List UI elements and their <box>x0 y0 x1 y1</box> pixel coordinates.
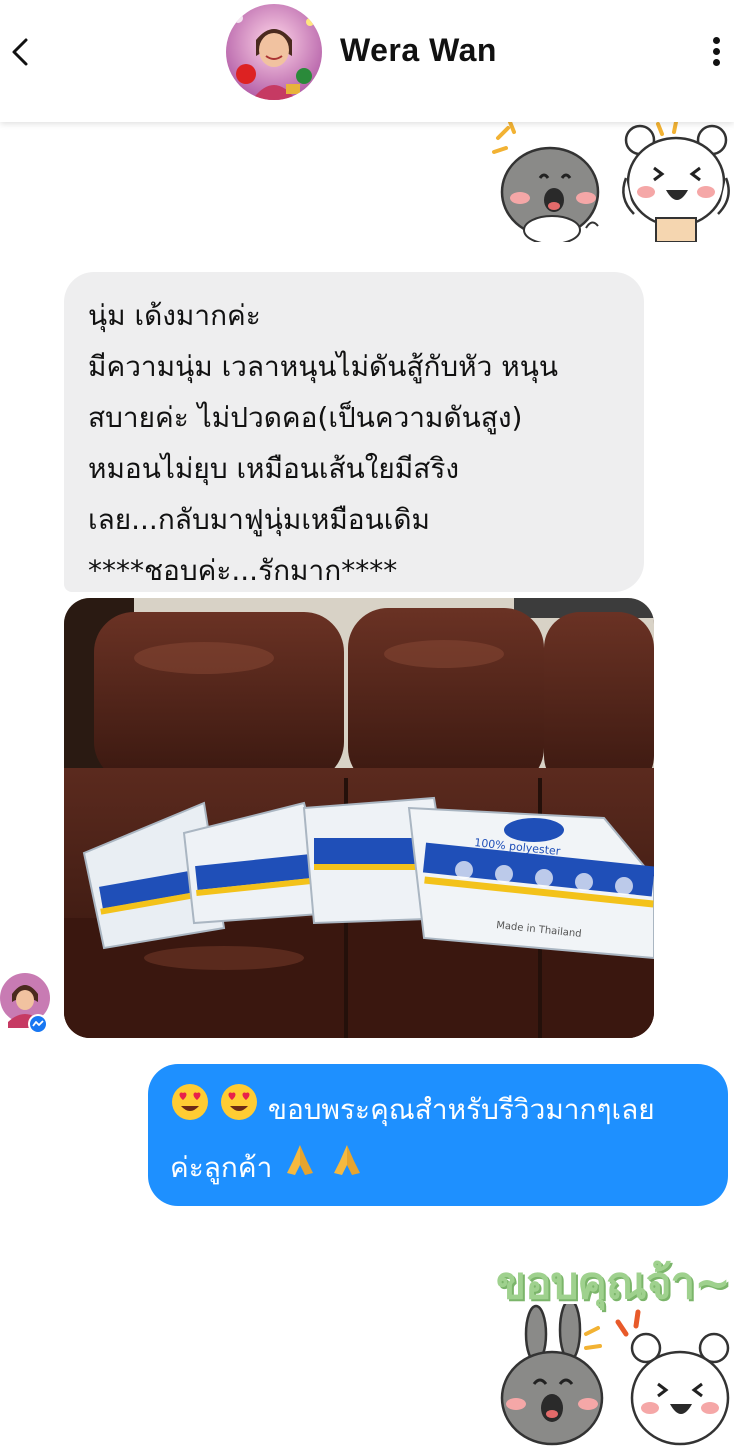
folded-hands-emoji-icon <box>328 1141 366 1197</box>
sent-message-bubble[interactable]: ขอบพระคุณสำหรับรีวิวมากๆเลย ค่ะลูกค้า <box>148 1064 728 1206</box>
folded-hands-emoji-icon <box>281 1141 319 1197</box>
sender-avatar[interactable] <box>0 968 50 1034</box>
chat-header: Wera Wan <box>0 0 734 122</box>
sticker-thank-you[interactable] <box>490 1304 730 1446</box>
more-vertical-icon <box>712 37 720 44</box>
received-photo[interactable]: 100% polyester Made in Thailand <box>64 598 654 1038</box>
message-line: เลย...กลับมาฟูนุ่มเหมือนเดิม <box>88 503 430 536</box>
message-line: นุ่ม เด้งมากค่ะ <box>88 299 261 332</box>
message-line: หมอนไม่ยุบ เหมือนเส้นใยมีสริง <box>88 452 460 485</box>
heart-eyes-emoji-icon <box>170 1082 210 1140</box>
contact-avatar[interactable] <box>226 4 322 100</box>
message-line: ค่ะลูกค้า <box>170 1140 706 1197</box>
sticker-bunny-bear[interactable] <box>490 118 730 242</box>
contact-name[interactable]: Wera Wan <box>340 32 497 69</box>
message-line: สบายค่ะ ไม่ปวดคอ(เป็นความดันสูง) <box>88 401 523 434</box>
more-options-button[interactable] <box>704 34 728 74</box>
back-button[interactable] <box>6 32 36 72</box>
message-line: ขอบพระคุณสำหรับรีวิวมากๆเลย <box>170 1082 706 1140</box>
chevron-left-icon <box>12 38 28 66</box>
message-text: ขอบพระคุณสำหรับรีวิวมากๆเลย <box>267 1093 655 1126</box>
heart-eyes-emoji-icon <box>219 1082 259 1140</box>
message-text: ค่ะลูกค้า <box>170 1151 273 1184</box>
message-line: ****ชอบค่ะ...รักมาก**** <box>88 554 398 587</box>
message-line: มีความนุ่ม เวลาหนุนไม่ดันสู้กับหัว หนุน <box>88 350 558 383</box>
received-message-bubble[interactable]: นุ่ม เด้งมากค่ะ มีความนุ่ม เวลาหนุนไม่ดั… <box>64 272 644 592</box>
